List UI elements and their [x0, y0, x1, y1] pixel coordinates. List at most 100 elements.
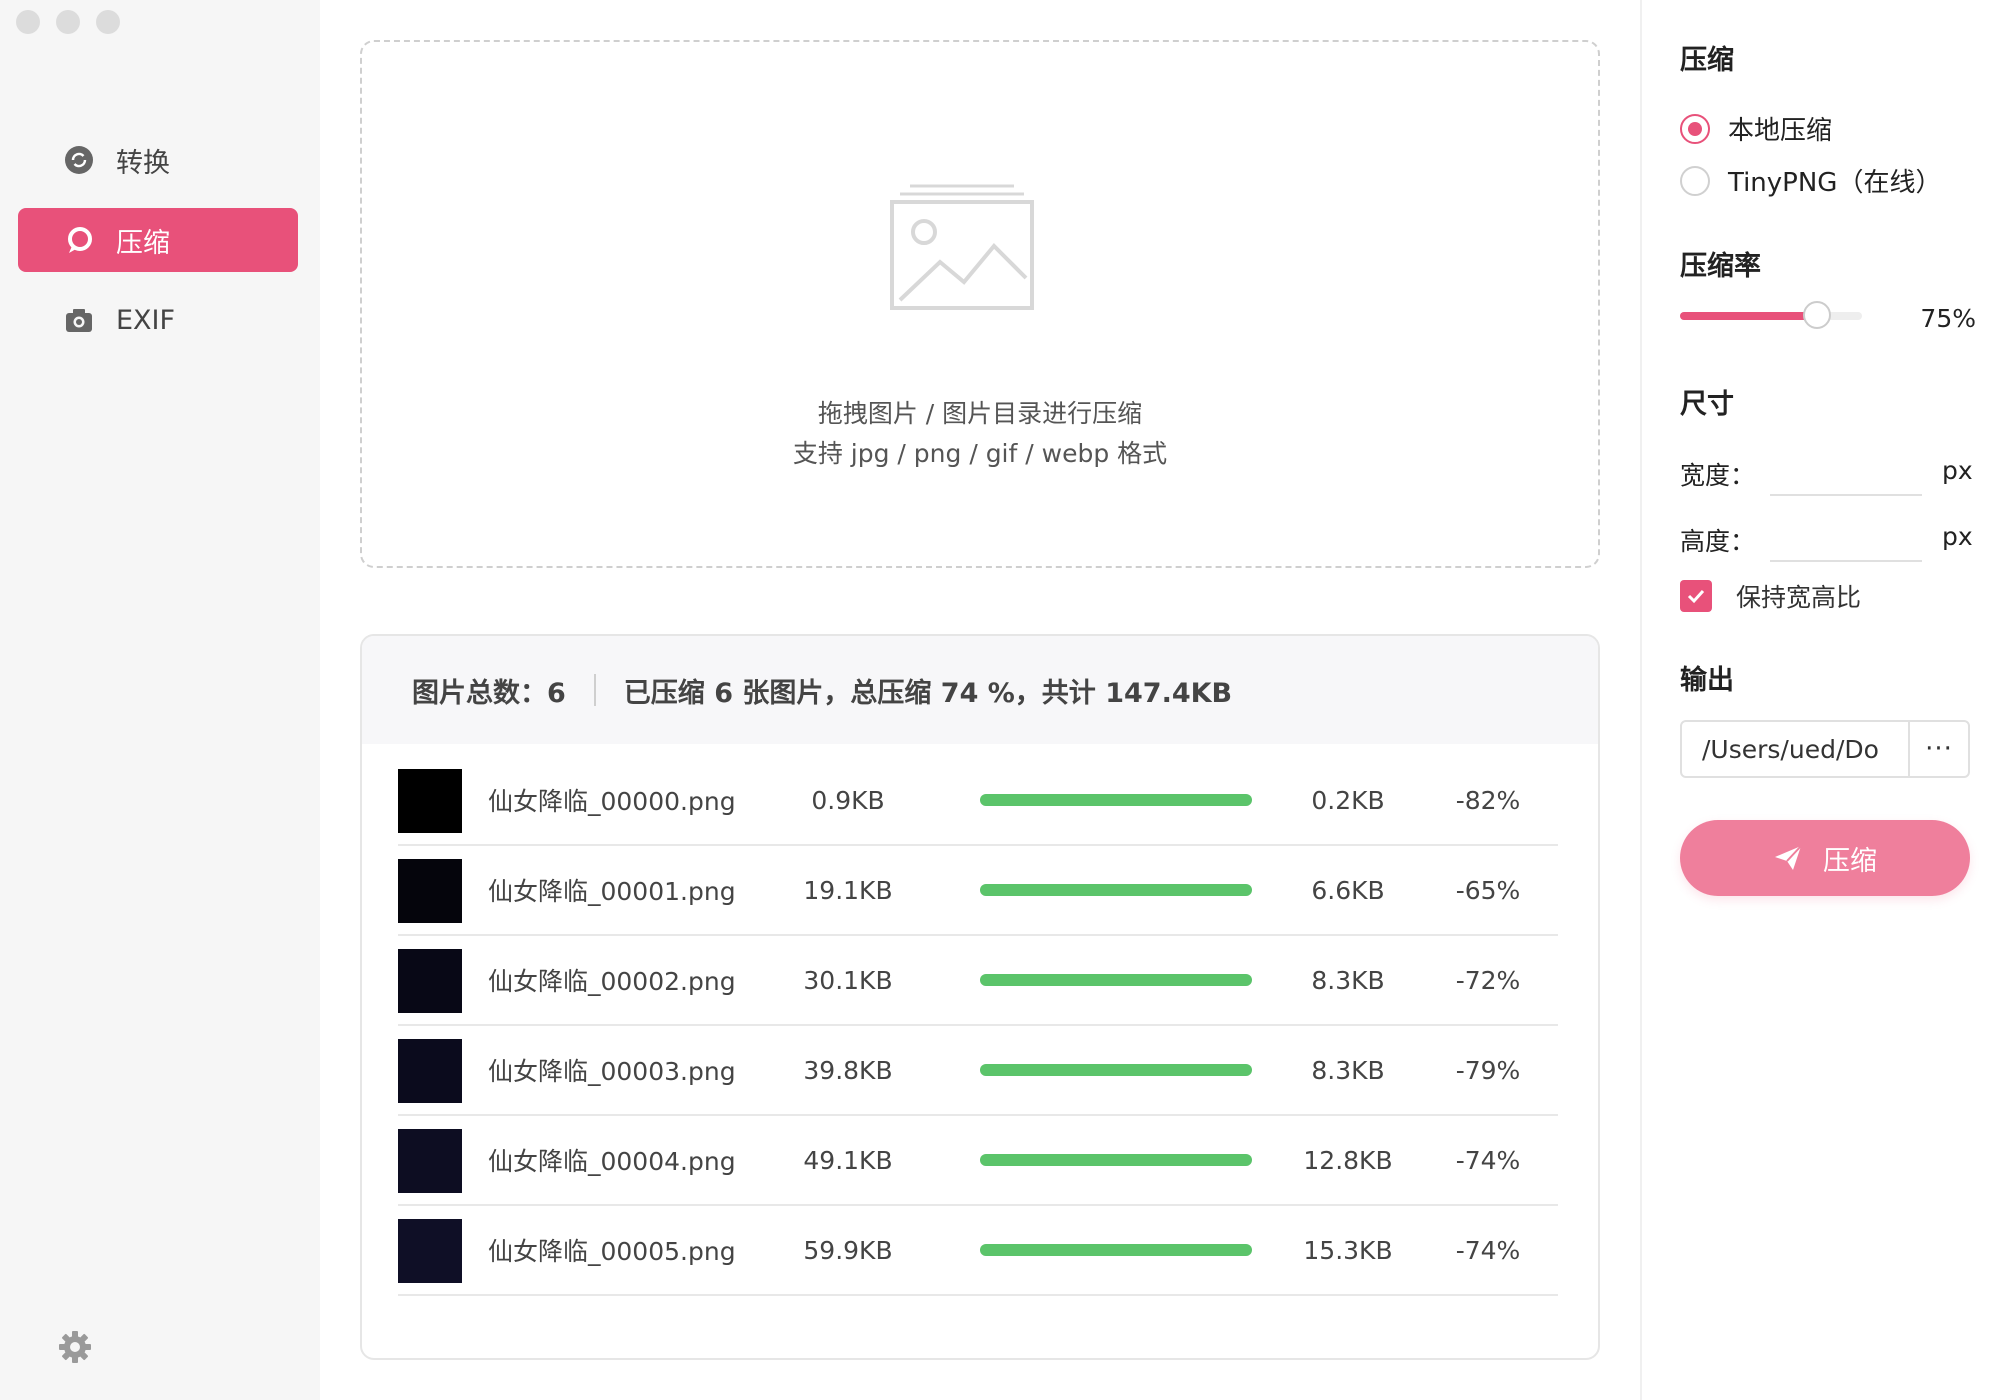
height-input[interactable] — [1770, 520, 1922, 562]
window-controls — [16, 10, 120, 34]
progress-fill — [980, 1154, 1252, 1166]
checkmark-icon — [1687, 589, 1705, 604]
size-section-title: 尺寸 — [1680, 389, 1734, 420]
slider-handle[interactable] — [1802, 301, 1831, 329]
drop-hint: 拖拽图片 / 图片目录进行压缩 — [817, 399, 1143, 428]
keep-ratio-option[interactable]: 保持宽高比 — [1680, 578, 1861, 614]
width-unit: px — [1942, 456, 1973, 485]
table-row[interactable]: 仙女降临_00001.png 19.1KB 6.6KB -65% — [398, 846, 1558, 936]
close-window-button[interactable] — [16, 10, 40, 34]
divider — [593, 674, 596, 706]
compress-section-title: 压缩 — [1680, 45, 1734, 76]
result-summary: 图片总数：6 已压缩 6 张图片，总压缩 74 %，共计 147.4KB — [362, 636, 1598, 744]
result-panel: 图片总数：6 已压缩 6 张图片，总压缩 74 %，共计 147.4KB 仙女降… — [360, 634, 1600, 1360]
progress-bar — [980, 1064, 1252, 1076]
compress-button-label: 压缩 — [1823, 845, 1877, 877]
compressed-size: 8.3KB — [1311, 965, 1385, 995]
file-name: 仙女降临_00004.png — [488, 1147, 736, 1176]
file-thumbnail — [398, 769, 462, 833]
progress-bar — [980, 794, 1252, 806]
file-thumbnail — [398, 859, 462, 923]
file-name: 仙女降临_00001.png — [488, 877, 736, 906]
progress-fill — [980, 1244, 1252, 1256]
file-name: 仙女降临_00003.png — [488, 1057, 736, 1086]
sidebar-item-compress[interactable]: 压缩 — [18, 208, 298, 272]
gear-icon[interactable] — [58, 1330, 92, 1364]
compression-ratio: -79% — [1455, 1055, 1521, 1085]
original-size: 49.1KB — [803, 1145, 893, 1175]
file-list: 仙女降临_00000.png 0.9KB 0.2KB -82% 仙女降临_00001.p… — [398, 756, 1558, 1296]
table-row[interactable]: 仙女降临_00004.png 49.1KB 12.8KB -74% — [398, 1116, 1558, 1206]
output-path-input[interactable] — [1682, 722, 1908, 776]
sidebar-item-label: 转换 — [116, 147, 170, 179]
keep-ratio-checkbox[interactable] — [1680, 580, 1712, 612]
file-name: 仙女降临_00005.png — [488, 1237, 736, 1266]
mode-local-option[interactable]: 本地压缩 — [1680, 110, 1832, 147]
file-thumbnail — [398, 1219, 462, 1283]
total-count: 图片总数：6 — [412, 677, 566, 709]
original-size: 19.1KB — [803, 875, 893, 905]
file-thumbnail — [398, 949, 462, 1013]
output-section-title: 输出 — [1680, 665, 1734, 696]
height-label: 高度： — [1680, 527, 1756, 556]
output-path-field: ··· — [1680, 720, 1970, 778]
sidebar: 转换 压缩 EXIF — [0, 0, 320, 1400]
sidebar-item-exif[interactable]: EXIF — [18, 288, 298, 352]
progress-bar — [980, 884, 1252, 896]
compression-summary: 已压缩 6 张图片，总压缩 74 %，共计 147.4KB — [623, 677, 1233, 709]
drop-zone[interactable]: 拖拽图片 / 图片目录进行压缩 支持 jpg / png / gif / web… — [360, 40, 1600, 568]
original-size: 30.1KB — [803, 965, 893, 995]
convert-icon — [62, 143, 96, 177]
compressed-size: 8.3KB — [1311, 1055, 1385, 1085]
compressed-size: 6.6KB — [1311, 875, 1385, 905]
original-size: 0.9KB — [811, 785, 885, 815]
settings-panel: 压缩 本地压缩 TinyPNG（在线） 压缩率 75% 尺寸 宽度： px 高度… — [1640, 0, 2000, 1400]
mode-tinypng-label: TinyPNG（在线） — [1728, 168, 1942, 198]
mode-local-label: 本地压缩 — [1728, 116, 1833, 146]
table-row[interactable]: 仙女降临_00003.png 39.8KB 8.3KB -79% — [398, 1026, 1558, 1116]
compression-ratio: -74% — [1455, 1145, 1521, 1175]
compression-ratio: -72% — [1455, 965, 1521, 995]
rate-section-title: 压缩率 — [1680, 251, 1761, 282]
progress-bar — [980, 974, 1252, 986]
browse-button[interactable]: ··· — [1908, 722, 1968, 776]
progress-fill — [980, 884, 1252, 896]
main-area: 拖拽图片 / 图片目录进行压缩 支持 jpg / png / gif / web… — [320, 0, 1640, 1400]
camera-icon — [62, 303, 96, 337]
width-label: 宽度： — [1680, 461, 1756, 490]
file-name: 仙女降临_00002.png — [488, 967, 736, 996]
file-name: 仙女降临_00000.png — [488, 787, 736, 816]
rate-value: 75% — [1920, 304, 1976, 333]
file-thumbnail — [398, 1039, 462, 1103]
compression-ratio: -82% — [1455, 785, 1521, 815]
sidebar-item-convert[interactable]: 转换 — [18, 128, 298, 192]
table-row[interactable]: 仙女降临_00000.png 0.9KB 0.2KB -82% — [398, 756, 1558, 846]
radio-local[interactable] — [1680, 113, 1710, 144]
table-row[interactable]: 仙女降临_00002.png 30.1KB 8.3KB -72% — [398, 936, 1558, 1026]
send-icon — [1775, 845, 1802, 870]
format-hint: 支持 jpg / png / gif / webp 格式 — [792, 439, 1168, 468]
height-unit: px — [1942, 522, 1973, 551]
file-thumbnail — [398, 1129, 462, 1193]
original-size: 39.8KB — [803, 1055, 893, 1085]
progress-fill — [980, 1064, 1252, 1076]
sidebar-item-label: EXIF — [116, 304, 176, 336]
table-row[interactable]: 仙女降临_00005.png 59.9KB 15.3KB -74% — [398, 1206, 1558, 1296]
slider-fill — [1680, 312, 1817, 320]
compression-rate-slider[interactable] — [1680, 301, 1862, 329]
zoom-window-button[interactable] — [96, 10, 120, 34]
mode-tinypng-option[interactable]: TinyPNG（在线） — [1680, 162, 1941, 199]
image-placeholder-icon — [890, 182, 1034, 312]
keep-ratio-label: 保持宽高比 — [1736, 583, 1862, 612]
progress-bar — [980, 1154, 1252, 1166]
width-input[interactable] — [1770, 454, 1922, 496]
sidebar-item-label: 压缩 — [116, 227, 170, 259]
compress-icon — [62, 223, 96, 257]
progress-fill — [980, 974, 1252, 986]
compress-button[interactable]: 压缩 — [1680, 820, 1970, 896]
progress-bar — [980, 1244, 1252, 1256]
compressed-size: 15.3KB — [1303, 1235, 1393, 1265]
radio-tinypng[interactable] — [1680, 165, 1710, 196]
compressed-size: 12.8KB — [1303, 1145, 1393, 1175]
minimize-window-button[interactable] — [56, 10, 80, 34]
